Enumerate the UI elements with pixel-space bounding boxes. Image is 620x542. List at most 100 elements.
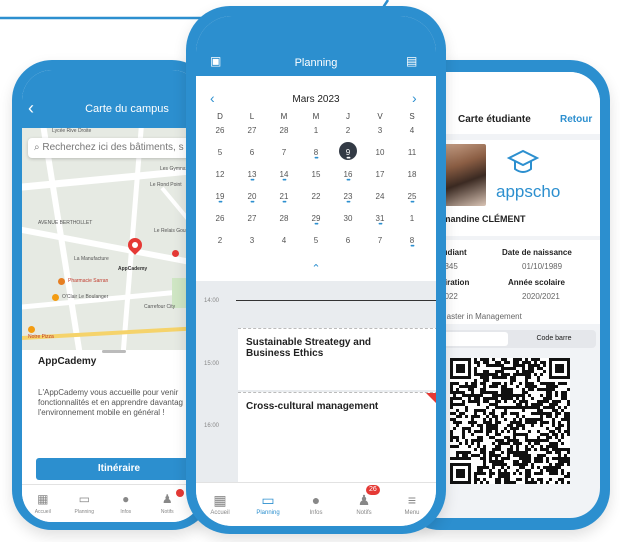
event-dots-icon: ••• (250, 200, 254, 206)
tab-label: Notifs (356, 509, 372, 516)
day-number: 11 (407, 148, 417, 157)
place-description: L'AppCademy vous accueille pour venir fo… (38, 388, 183, 417)
calendar-day[interactable]: 8 ••• (300, 148, 332, 162)
event-card[interactable]: Cross-cultural management (238, 392, 436, 482)
calendar-day[interactable]: 13 ••• (236, 170, 268, 184)
day-number: 24 (375, 192, 385, 201)
restaurant-poi-icon[interactable] (172, 250, 179, 257)
calendar-day[interactable]: 3 (364, 126, 396, 135)
calendar-day[interactable]: 16 ••• (332, 170, 364, 184)
tab-infos[interactable]: ● Infos (292, 483, 340, 526)
time-label: 15:00 (204, 361, 220, 367)
calendar-day[interactable]: 24 (364, 192, 396, 201)
sheet-handle[interactable] (102, 350, 126, 353)
day-number: 17 (375, 170, 385, 179)
calendar-day[interactable]: 2 (204, 236, 236, 245)
calendar-day[interactable]: 20 ••• (236, 192, 268, 206)
calendar-day[interactable]: 1 (300, 126, 332, 135)
calendar-day[interactable]: 17 (364, 170, 396, 179)
page-title: Carte du campus (85, 103, 169, 115)
tab-planning[interactable]: ▭ Planning (64, 485, 106, 522)
calendar-day[interactable]: 30 (332, 214, 364, 223)
qr-code (450, 358, 570, 484)
tab-notifs[interactable]: ♟ Notifs 26 (340, 483, 388, 526)
calendar-day[interactable]: 1 (396, 214, 428, 223)
calendar-day[interactable]: 6 (236, 148, 268, 157)
calendar-day[interactable]: 8 ••• (396, 236, 428, 250)
calendar-day[interactable]: 23 ••• (332, 192, 364, 206)
tab-label: Accueil (210, 509, 230, 516)
calendar-day[interactable]: 9 ••• (332, 142, 364, 162)
pharmacy-poi-icon[interactable] (58, 278, 65, 285)
calendar-day[interactable]: 28 (268, 126, 300, 135)
calendar-day[interactable]: 21 ••• (268, 192, 300, 206)
next-month-chevron-icon[interactable]: › (412, 90, 417, 106)
map-search-input[interactable]: ⌕ Recherchez ici des bâtiments, s (28, 138, 202, 158)
bottom-tab-bar: ▦ Accueil ▭ Planning ● Infos ♟ Notifs 26 (196, 482, 436, 526)
header: ▣ Planning ▤ (196, 16, 436, 76)
tab-label: Planning (74, 508, 94, 515)
tab-notifs[interactable]: ♟ Notifs (147, 485, 189, 522)
code-type-segmented-control: de Code barre (430, 330, 596, 348)
calendar-day[interactable]: 10 (364, 148, 396, 157)
tab-infos[interactable]: ● Infos (105, 485, 147, 522)
pizza-poi-icon[interactable] (28, 326, 35, 333)
student-photo (440, 144, 486, 206)
calendar-day[interactable]: 26 (204, 126, 236, 135)
calendar-day[interactable]: 3 (236, 236, 268, 245)
day-number: 2 (217, 236, 223, 245)
day-number: 18 (407, 170, 417, 179)
back-chevron-icon[interactable]: ‹ (28, 98, 34, 119)
calendar-day[interactable]: 22 (300, 192, 332, 201)
calendar-day[interactable]: 27 (236, 126, 268, 135)
calendar-day[interactable]: 15 (300, 170, 332, 179)
calendar-day[interactable]: 31 ••• (364, 214, 396, 228)
calendar-day[interactable]: 25 ••• (396, 192, 428, 206)
calendar-day[interactable]: 19 ••• (204, 192, 236, 206)
calendar-day[interactable]: 18 (396, 170, 428, 179)
calendar-day[interactable]: 4 (396, 126, 428, 135)
event-dots-icon: ••• (314, 222, 318, 228)
tab-accueil[interactable]: ▦ Accueil (196, 483, 244, 526)
bell-icon: ♟ (161, 491, 173, 506)
calendar-day[interactable]: 5 (204, 148, 236, 157)
calendar-day[interactable]: 28 (268, 214, 300, 223)
day-number: 4 (281, 236, 287, 245)
place-name: AppCademy (38, 356, 97, 367)
calendar-day[interactable]: 27 (236, 214, 268, 223)
day-number: 7 (281, 148, 287, 157)
map-label: Carrefour City (144, 304, 176, 310)
calendar-day[interactable]: 7 (268, 148, 300, 157)
left-phone: ‹ Carte du campus ⌕ Recherchez ici des b… (12, 60, 212, 530)
collapse-chevron-icon[interactable]: ⌃ (196, 262, 436, 275)
calendar-day[interactable]: 7 (364, 236, 396, 245)
program-name: Master in Management (440, 312, 522, 321)
back-button[interactable]: Retour (560, 114, 592, 125)
calendar-day[interactable]: 12 (204, 170, 236, 179)
calendar-day[interactable]: 14 ••• (268, 170, 300, 184)
calendar-day[interactable]: 2 (332, 126, 364, 135)
search-placeholder: Recherchez ici des bâtiments, s (42, 142, 184, 153)
day-number: 27 (247, 214, 257, 223)
calendar-day[interactable]: 4 (268, 236, 300, 245)
calendar-day[interactable]: 29 ••• (300, 214, 332, 228)
calendar-day[interactable]: 11 (396, 148, 428, 157)
event-card[interactable]: Sustainable Streategy and Business Ethic… (238, 328, 436, 390)
calendar-day[interactable]: 5 (300, 236, 332, 245)
calendar-day[interactable]: 26 (204, 214, 236, 223)
itinerary-button[interactable]: Itinéraire (36, 458, 202, 480)
map-streets (22, 128, 202, 350)
segment-barcode[interactable]: Code barre (514, 332, 594, 346)
map-label: AVENUE BERTHOLLET (38, 220, 93, 226)
planning-screen: ▣ Planning ▤ ‹ Mars 2023 › ⌃ D L M M J V S 26 27… (196, 16, 436, 526)
briefcase-icon[interactable]: ▤ (406, 54, 417, 68)
bakery-poi-icon[interactable] (52, 294, 59, 301)
month-calendar: ‹ Mars 2023 › ⌃ D L M M J V S 26 27 28 1 2 3 4 5 6 7 8 •••… (196, 76, 436, 281)
promo-stage: ‹ Carte du campus ⌕ Recherchez ici des b… (0, 0, 620, 542)
tab-menu[interactable]: ≡ Menu (388, 483, 436, 526)
page-title: Planning (294, 57, 338, 69)
campus-map[interactable]: ⌕ Recherchez ici des bâtiments, s Lycée … (22, 128, 202, 350)
calendar-day[interactable]: 6 (332, 236, 364, 245)
tab-accueil[interactable]: ▦ Accueil (22, 485, 64, 522)
tab-planning[interactable]: ▭ Planning (244, 483, 292, 526)
